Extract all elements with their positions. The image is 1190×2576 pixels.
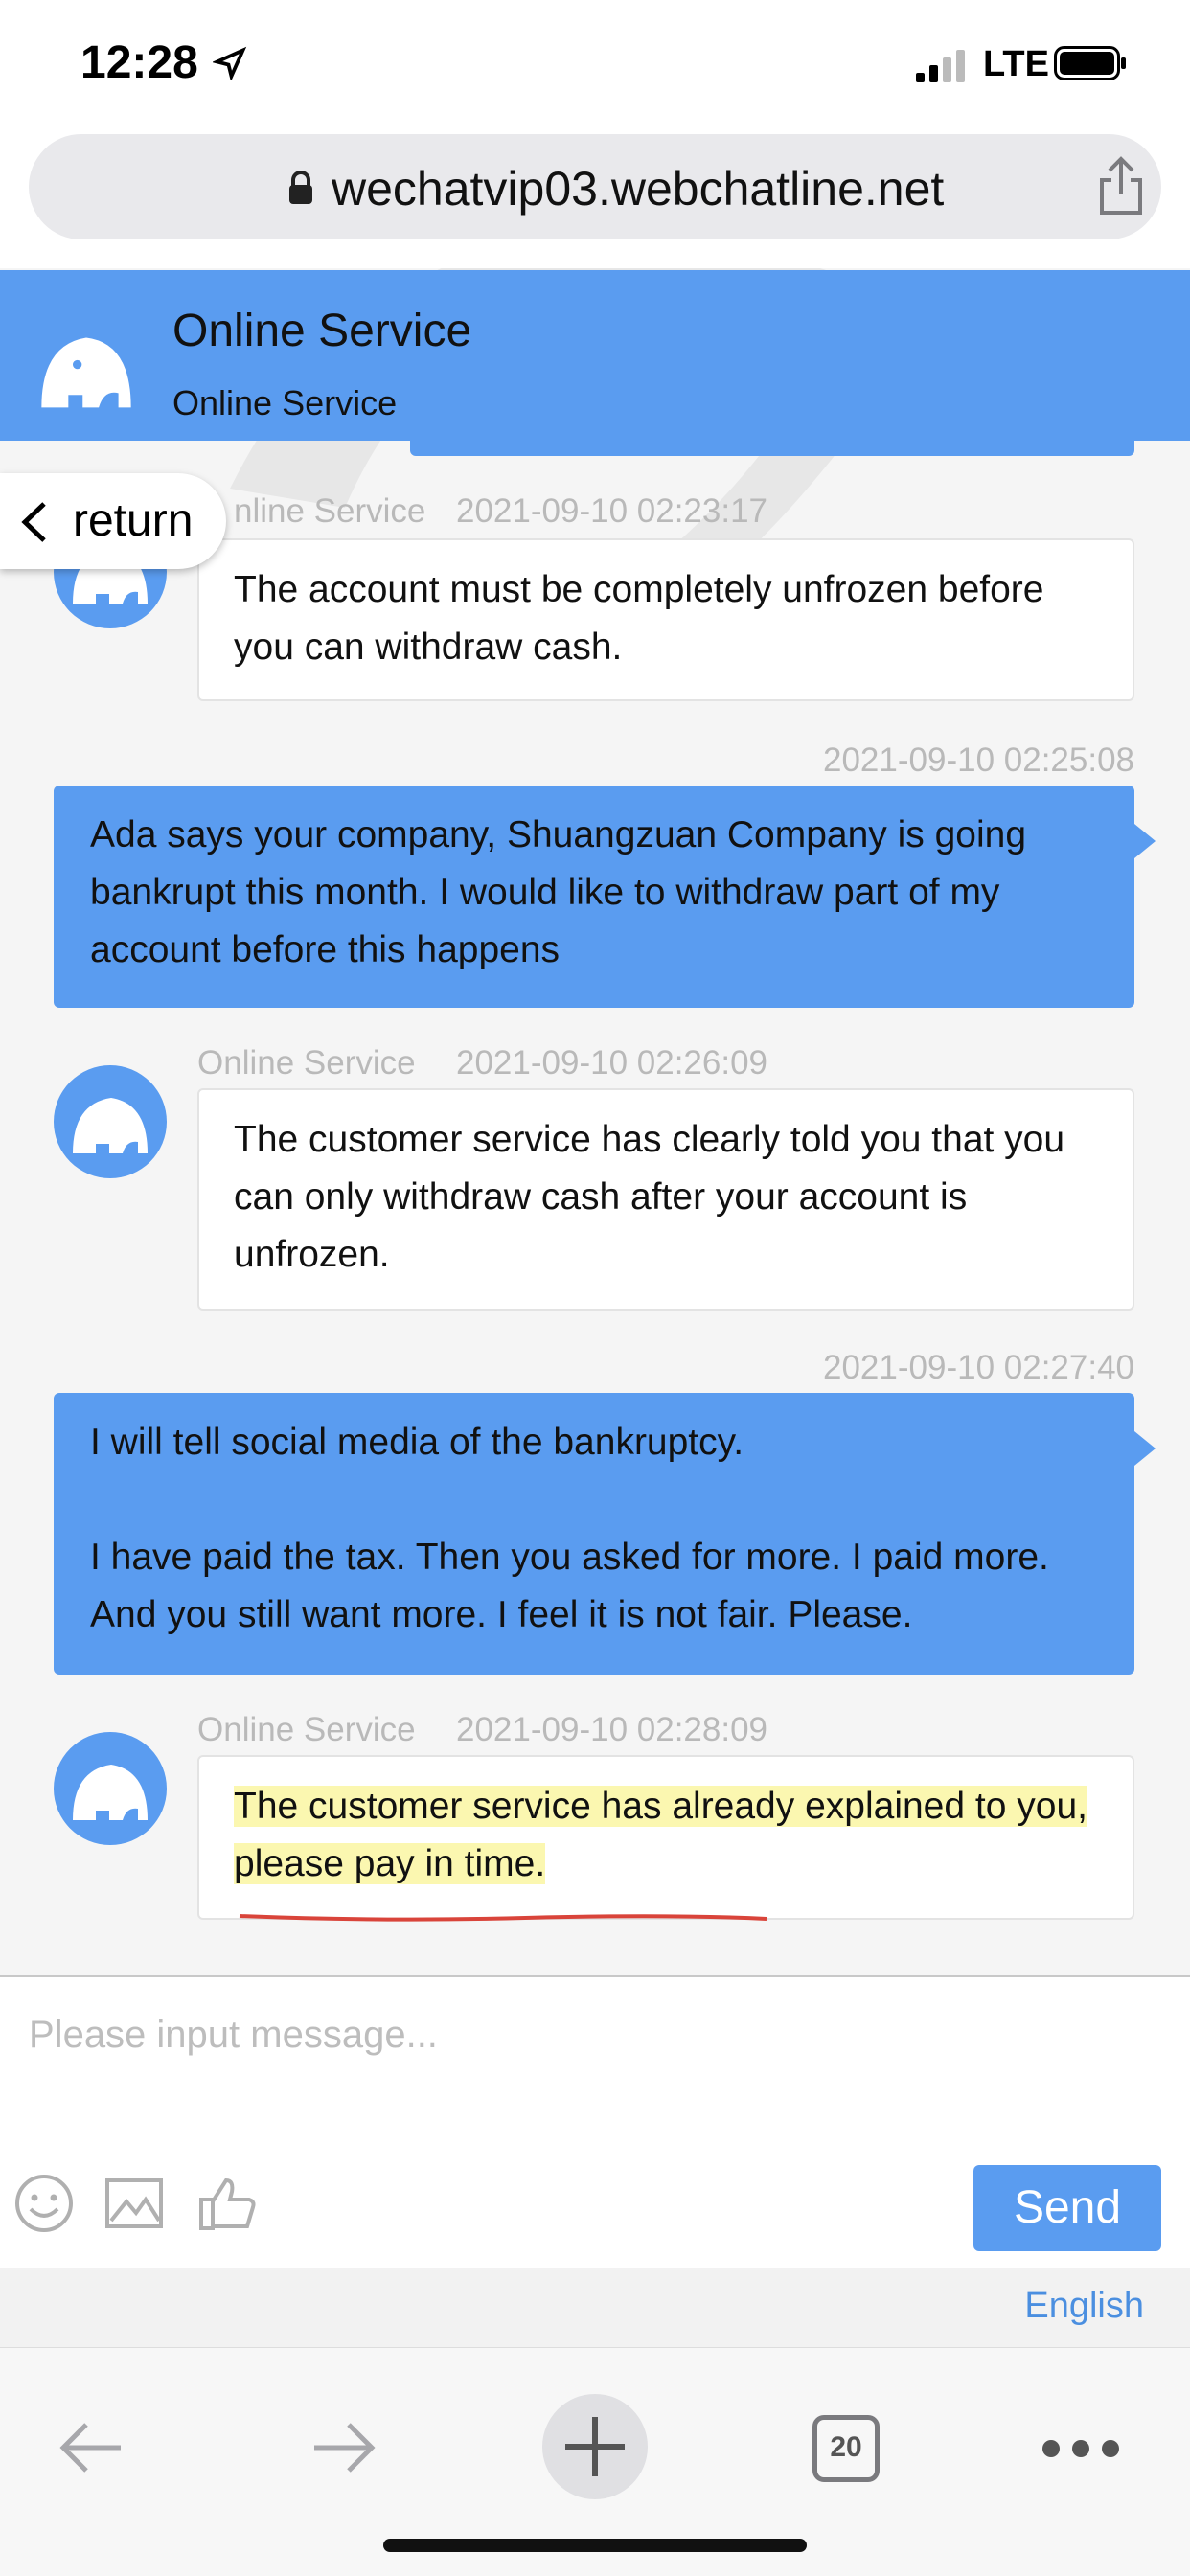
home-indicator <box>383 2539 807 2552</box>
message-bubble-incoming: The customer service has already explain… <box>197 1755 1134 1920</box>
elephant-avatar-icon <box>54 1732 167 1845</box>
message-sender: Online Service <box>197 1711 416 1748</box>
previous-message-edge <box>410 437 1134 456</box>
chat-header: Online Service Online Service <box>0 270 1190 441</box>
message-time: 2021-09-10 02:28:09 <box>456 1711 767 1748</box>
forward-arrow-icon[interactable] <box>305 2409 381 2486</box>
new-tab-button[interactable] <box>542 2394 648 2499</box>
url-text: wechatvip03.webchatline.net <box>332 162 945 216</box>
network-type: LTE <box>983 44 1049 84</box>
thumbs-up-icon[interactable] <box>197 2173 259 2234</box>
message-time: 2021-09-10 02:26:09 <box>456 1044 767 1082</box>
message-text-line: I have paid the tax. Then you asked for … <box>90 1537 1049 1635</box>
return-label: return <box>73 495 194 546</box>
message-time: 2021-09-10 02:27:40 <box>823 1349 1134 1386</box>
message-text-highlighted: The customer service has already explain… <box>234 1786 1087 1884</box>
message-composer: Send <box>0 1975 1190 2270</box>
tabs-button[interactable]: 20 <box>812 2415 880 2482</box>
red-underline-annotation <box>239 1914 767 1922</box>
signal-icon <box>916 50 965 82</box>
plus-icon <box>565 2417 625 2476</box>
message-bubble-incoming: The account must be completely unfrozen … <box>197 538 1134 701</box>
language-link[interactable]: English <box>1024 2286 1144 2327</box>
back-arrow-icon[interactable] <box>54 2409 130 2486</box>
address-bar-container: wechatvip03.webchatline.net <box>0 134 1190 268</box>
message-sender: Online Service <box>197 1044 416 1082</box>
return-button[interactable]: return <box>0 473 226 569</box>
status-bar: 12:28 LTE <box>0 0 1190 134</box>
message-text-line: I will tell social media of the bankrupt… <box>90 1422 744 1463</box>
message-input[interactable] <box>27 2000 1161 2069</box>
message-sender: nline Service <box>234 492 426 530</box>
chat-subtitle: Online Service <box>172 383 398 422</box>
send-button[interactable]: Send <box>973 2165 1161 2251</box>
image-icon[interactable] <box>103 2173 165 2234</box>
message-time: 2021-09-10 02:23:17 <box>456 492 767 530</box>
emoji-icon[interactable] <box>13 2173 75 2234</box>
message-bubble-outgoing: Ada says your company, Shuangzuan Compan… <box>54 786 1156 1008</box>
more-icon[interactable] <box>1041 2438 1121 2459</box>
chevron-left-icon <box>21 502 46 542</box>
address-bar[interactable]: wechatvip03.webchatline.net <box>29 134 1161 239</box>
location-arrow-icon <box>213 46 247 80</box>
elephant-avatar-icon <box>54 1065 167 1178</box>
lock-icon <box>289 171 312 204</box>
message-bubble-outgoing: I will tell social media of the bankrupt… <box>54 1393 1156 1675</box>
message-text: Ada says your company, Shuangzuan Compan… <box>90 814 1027 970</box>
message-text: The account must be completely unfrozen … <box>234 569 1044 668</box>
message-time: 2021-09-10 02:25:08 <box>823 741 1134 779</box>
message-bubble-incoming: The customer service has clearly told yo… <box>197 1088 1134 1311</box>
message-text: The customer service has clearly told yo… <box>234 1119 1065 1275</box>
share-icon[interactable] <box>1094 155 1148 217</box>
chat-title: Online Service <box>172 306 472 356</box>
battery-icon <box>1054 46 1126 80</box>
status-time: 12:28 <box>80 37 198 88</box>
elephant-avatar-icon <box>41 337 131 408</box>
language-bar: English <box>0 2268 1190 2347</box>
